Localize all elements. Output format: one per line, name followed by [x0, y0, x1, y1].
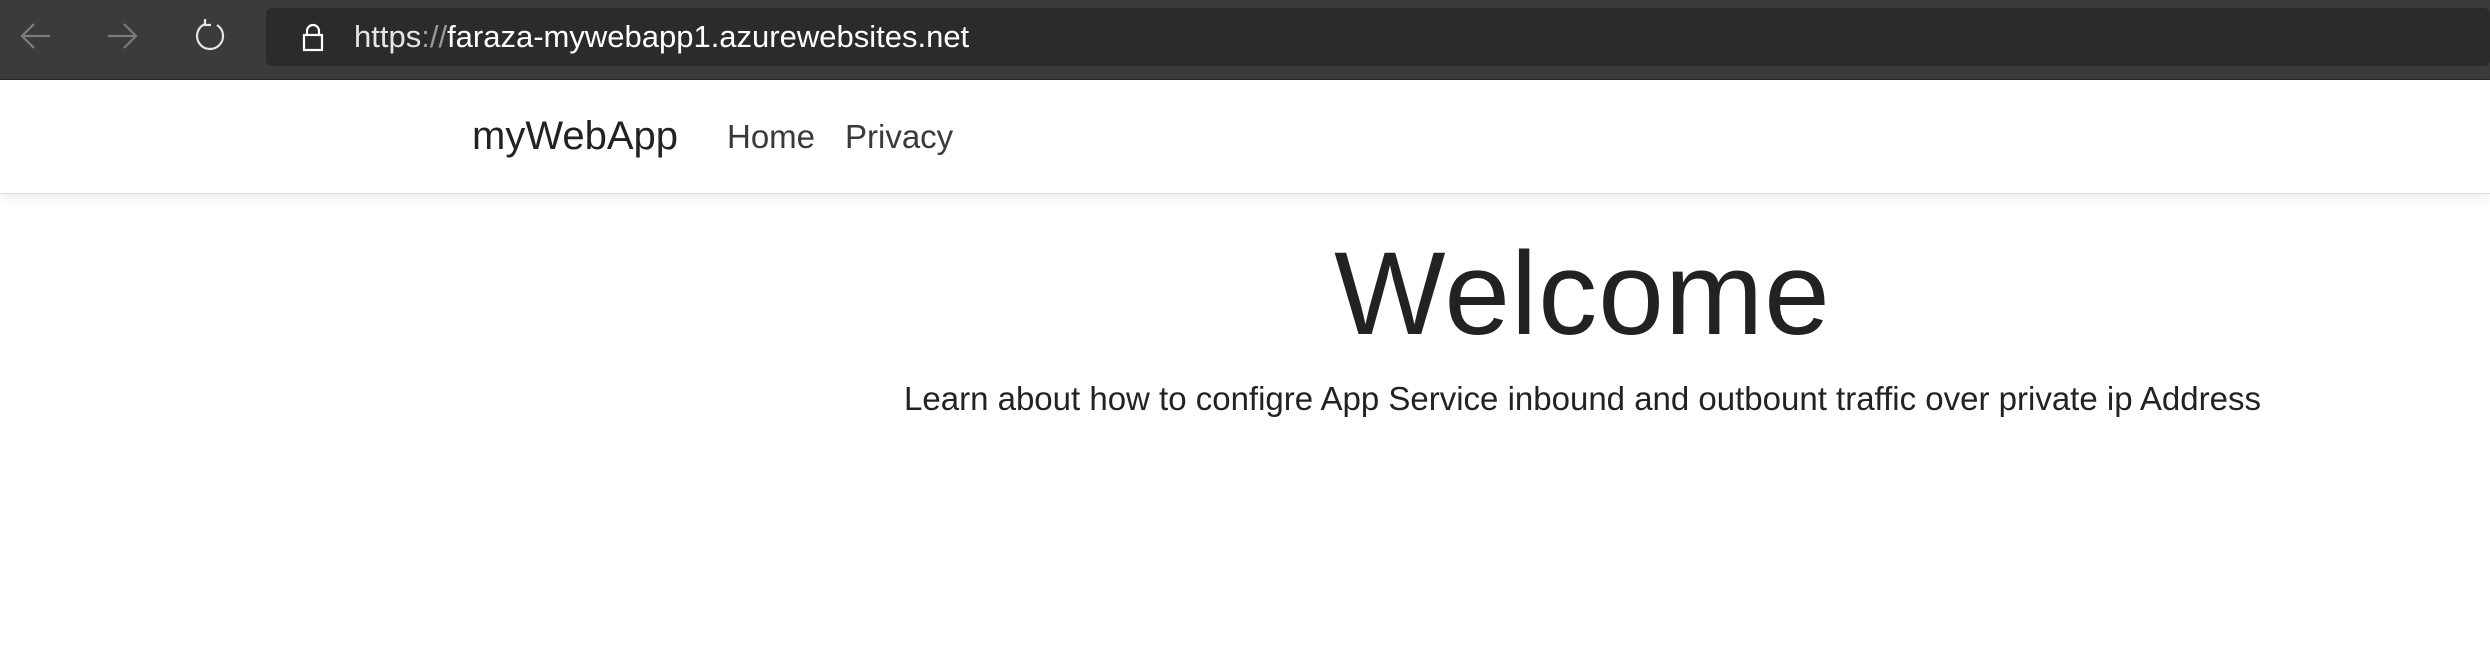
- back-arrow-icon: [20, 23, 50, 49]
- lead-text: Learn about how to configre App Service …: [904, 380, 2261, 417]
- nav-link-home[interactable]: Home: [727, 80, 815, 193]
- brand-link[interactable]: myWebApp: [472, 80, 678, 193]
- url-text[interactable]: https://faraza-mywebapp1.azurewebsites.n…: [354, 8, 969, 66]
- site-navbar: myWebApp Home Privacy: [0, 80, 2490, 194]
- url-separator: ://: [421, 19, 448, 54]
- main-content: Welcome Learn about how to configre App …: [0, 194, 2490, 670]
- refresh-button[interactable]: [186, 12, 234, 60]
- refresh-icon: [195, 19, 225, 51]
- browser-toolbar: https://faraza-mywebapp1.azurewebsites.n…: [0, 0, 2490, 80]
- lock-icon: [302, 23, 324, 52]
- nav-link-privacy[interactable]: Privacy: [845, 80, 953, 193]
- forward-arrow-icon: [108, 23, 138, 49]
- page-title: Welcome: [1334, 228, 1831, 360]
- url-host: faraza-mywebapp1.azurewebsites.net: [447, 19, 970, 54]
- forward-button[interactable]: [98, 12, 146, 60]
- url-scheme: https: [354, 19, 422, 54]
- address-bar[interactable]: https://faraza-mywebapp1.azurewebsites.n…: [266, 8, 2490, 66]
- back-button[interactable]: [12, 12, 60, 60]
